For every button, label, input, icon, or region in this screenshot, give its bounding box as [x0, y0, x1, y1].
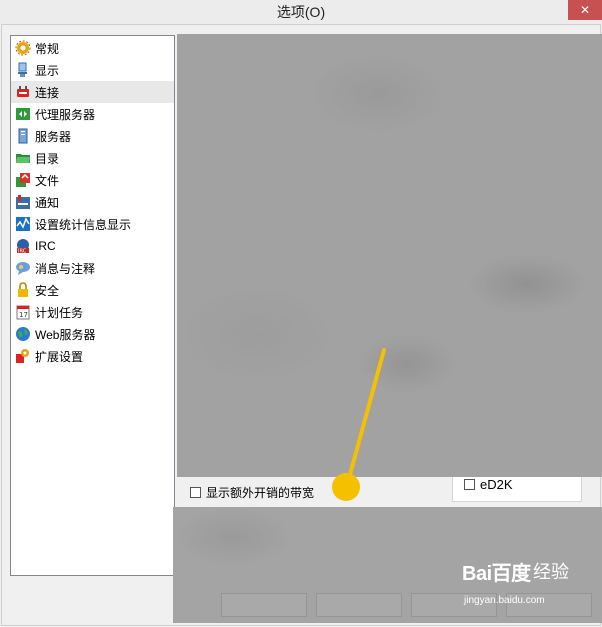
- sidebar-item-notification[interactable]: 通知: [11, 191, 174, 213]
- svg-text:IRC: IRC: [18, 249, 27, 255]
- window-title: 选项(O): [276, 4, 326, 20]
- extension-icon: [15, 348, 31, 364]
- folder-icon: [15, 150, 31, 166]
- sidebar-item-security[interactable]: 安全: [11, 279, 174, 301]
- sidebar-item-irc[interactable]: IRC IRC: [11, 235, 174, 257]
- sidebar-item-general[interactable]: 常规: [11, 37, 174, 59]
- sidebar-item-files[interactable]: 文件: [11, 169, 174, 191]
- sidebar-item-label: 消息与注释: [35, 261, 96, 276]
- sidebar-item-label: 显示: [35, 63, 60, 78]
- sidebar-item-label: 计划任务: [35, 305, 84, 320]
- calendar-icon: 17: [15, 304, 31, 320]
- statistics-icon: [15, 216, 31, 232]
- sidebar-item-label: 通知: [35, 195, 60, 210]
- gear-icon: [15, 40, 31, 56]
- svg-text:17: 17: [19, 311, 28, 319]
- ed2k-option[interactable]: eD2K: [464, 477, 513, 492]
- show-overhead-option[interactable]: 显示额外开销的带宽: [190, 484, 314, 501]
- watermark-url: jingyan.baidu.com: [464, 595, 545, 606]
- blurred-ok-button: [221, 593, 307, 617]
- sidebar-item-label: 目录: [35, 151, 60, 166]
- sidebar-item-label: 设置统计信息显示: [35, 217, 132, 232]
- sidebar-item-label: 文件: [35, 173, 60, 188]
- sidebar-item-label: 代理服务器: [35, 107, 96, 122]
- sidebar-item-label: 服务器: [35, 129, 72, 144]
- files-icon: [15, 172, 31, 188]
- server-icon: [15, 128, 31, 144]
- close-button[interactable]: ✕: [568, 0, 602, 20]
- sidebar-item-label: Web服务器: [35, 327, 96, 342]
- show-overhead-label: 显示额外开销的带宽: [206, 486, 315, 500]
- close-icon: ✕: [579, 3, 591, 17]
- blurred-cancel-button: [316, 593, 402, 617]
- sidebar-item-statistics[interactable]: 设置统计信息显示: [11, 213, 174, 235]
- sidebar-item-label: 安全: [35, 283, 60, 298]
- sidebar-item-server[interactable]: 服务器: [11, 125, 174, 147]
- ed2k-checkbox[interactable]: [464, 479, 475, 490]
- sidebar-item-label: 连接: [35, 85, 60, 100]
- sidebar-item-webserver[interactable]: Web服务器: [11, 323, 174, 345]
- ed2k-label: eD2K: [480, 477, 513, 492]
- sidebar-item-messages[interactable]: 消息与注释: [11, 257, 174, 279]
- sidebar-item-extended[interactable]: 扩展设置: [11, 345, 174, 367]
- notification-icon: [15, 194, 31, 210]
- messages-icon: [15, 260, 31, 276]
- sidebar-item-connection[interactable]: 连接: [11, 81, 174, 103]
- globe-icon: [15, 326, 31, 342]
- plug-icon: [15, 84, 31, 100]
- irc-icon: IRC: [15, 238, 31, 254]
- sidebar-item-label: 扩展设置: [35, 349, 84, 364]
- obscured-settings-area: [177, 34, 602, 477]
- watermark-jingyan: 经验: [533, 562, 569, 582]
- options-sidebar: 常规 显示 连接 代理服务器 服务器 目录 文件 通知 设置统计信息显示 IRC…: [10, 35, 175, 576]
- lock-icon: [15, 282, 31, 298]
- sidebar-item-display[interactable]: 显示: [11, 59, 174, 81]
- show-overhead-checkbox[interactable]: [190, 487, 201, 498]
- sidebar-item-label: 常规: [35, 41, 60, 56]
- sidebar-item-label: IRC: [35, 239, 56, 253]
- sidebar-item-proxy[interactable]: 代理服务器: [11, 103, 174, 125]
- watermark-brand: Bai百度: [462, 563, 531, 585]
- monitor-icon: [15, 62, 31, 78]
- proxy-icon: [15, 106, 31, 122]
- sidebar-item-directory[interactable]: 目录: [11, 147, 174, 169]
- sidebar-item-scheduler[interactable]: 17 计划任务: [11, 301, 174, 323]
- window-title-bar: 选项(O) ✕: [0, 0, 602, 24]
- baidu-jingyan-watermark: Bai百度 经验 jingyan.baidu.com: [462, 557, 597, 612]
